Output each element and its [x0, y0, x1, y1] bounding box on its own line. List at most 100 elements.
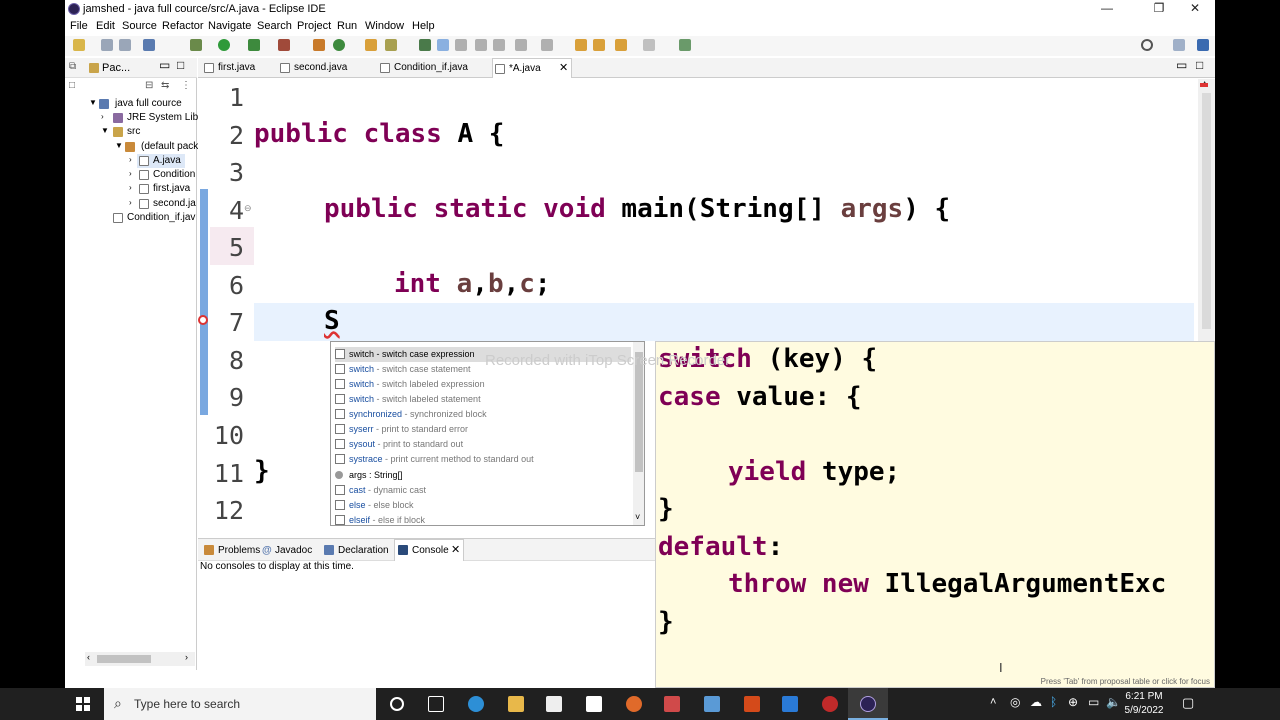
coverage-icon[interactable] [248, 39, 260, 51]
show-whitespace-icon[interactable] [493, 39, 505, 51]
menu-edit[interactable]: Edit [96, 20, 115, 32]
store-icon[interactable] [546, 696, 562, 712]
restore-icon[interactable]: ⧉ [69, 61, 76, 72]
view-maximize-icon[interactable]: □ [177, 58, 184, 72]
tab-condition-if-java[interactable]: Condition_if.java [378, 58, 488, 78]
cortana-icon[interactable] [390, 697, 404, 711]
notifications-icon[interactable]: ▢ [1182, 695, 1194, 711]
mark-occurrences-icon[interactable] [437, 39, 449, 51]
proposal-item[interactable]: switch - switch labeled statement [335, 392, 631, 407]
tab-a-java[interactable]: *A.java ✕ [492, 58, 572, 78]
tab-declaration[interactable]: Declaration [338, 545, 389, 556]
tree-item-project[interactable]: java full cource [115, 98, 182, 109]
cloud-icon[interactable]: ☁ [1030, 695, 1042, 709]
collapse-all-icon[interactable]: ⊟ [145, 80, 153, 91]
view-minimize-icon[interactable]: ▭ [159, 58, 170, 72]
tree-expand-icon[interactable]: ▼ [101, 126, 109, 135]
tree-item-a-java[interactable]: A.java [153, 155, 181, 166]
tab-second-java[interactable]: second.java [278, 58, 374, 78]
tree-collapse-icon[interactable]: › [129, 183, 132, 192]
tab-problems[interactable]: Problems [218, 545, 260, 556]
new-java-project-icon[interactable] [313, 39, 325, 51]
scroll-left-icon[interactable]: ‹ [87, 652, 90, 662]
proposal-scrollbar[interactable]: ˅ [633, 342, 644, 525]
tree-item-second-java[interactable]: second.ja [153, 198, 196, 209]
proposal-item[interactable]: synchronized - synchronized block [335, 407, 631, 422]
tray-expand-icon[interactable]: ˄ [990, 696, 996, 708]
file-explorer-icon[interactable] [508, 696, 524, 712]
tree-item-src[interactable]: src [127, 126, 140, 137]
last-edit-icon[interactable] [575, 39, 587, 51]
menu-search[interactable]: Search [257, 20, 292, 32]
proposal-item[interactable]: switch - switch labeled expression [335, 377, 631, 392]
menu-project[interactable]: Project [297, 20, 331, 32]
volume-icon[interactable]: 🔈 [1106, 695, 1121, 709]
menu-help[interactable]: Help [412, 20, 435, 32]
proposal-item[interactable]: systrace - print current method to stand… [335, 452, 631, 467]
save-icon[interactable] [101, 39, 113, 51]
tree-item-condition[interactable]: Condition [153, 169, 195, 180]
mail-icon[interactable] [586, 696, 602, 712]
taskbar-search-box[interactable]: ⌕ Type here to search [104, 688, 376, 720]
toggle-breadcrumb-icon[interactable] [419, 39, 431, 51]
recorder-icon[interactable] [822, 696, 838, 712]
save-all-icon[interactable] [119, 39, 131, 51]
menu-run[interactable]: Run [337, 20, 357, 32]
tree-item-default-package[interactable]: (default pack [141, 141, 198, 152]
system-clock[interactable]: 6:21 PM 5/9/2022 [1122, 690, 1166, 718]
back-icon[interactable] [593, 39, 605, 51]
bluetooth-icon[interactable]: ᛒ [1050, 695, 1057, 709]
tree-collapse-icon[interactable]: › [101, 112, 104, 121]
battery-icon[interactable]: ▭ [1088, 695, 1099, 709]
debug-icon[interactable] [190, 39, 202, 51]
eclipse-task-button[interactable] [848, 688, 888, 720]
start-icon[interactable] [76, 697, 90, 711]
fold-icon[interactable]: ⊖ [244, 203, 252, 214]
scrollbar-thumb[interactable] [97, 655, 151, 663]
open-type-icon[interactable] [365, 39, 377, 51]
tree-collapse-icon[interactable]: › [129, 198, 132, 207]
close-tab-icon[interactable]: ✕ [559, 61, 568, 74]
proposal-item[interactable]: elseif - else if block [335, 513, 631, 525]
tab-console[interactable]: Console [412, 545, 449, 556]
menu-navigate[interactable]: Navigate [208, 20, 251, 32]
open-perspective-icon[interactable] [1173, 39, 1185, 51]
menu-window[interactable]: Window [365, 20, 404, 32]
tree-item-jre[interactable]: JRE System Libra [127, 112, 207, 123]
proposal-item[interactable]: args : String[] [335, 468, 631, 483]
next-annotation-icon[interactable] [515, 39, 527, 51]
side-view-icon[interactable]: □ [69, 80, 75, 91]
previous-annotation-icon[interactable] [541, 39, 553, 51]
scroll-right-icon[interactable]: › [185, 652, 188, 662]
tab-first-java[interactable]: first.java [204, 58, 276, 78]
terminal-icon[interactable] [143, 39, 155, 51]
tab-javadoc[interactable]: Javadoc [275, 545, 312, 556]
forward-icon[interactable] [643, 39, 655, 51]
back-history-icon[interactable] [615, 39, 627, 51]
scroll-down-icon[interactable]: ˅ [635, 512, 640, 522]
firefox-icon[interactable] [626, 696, 642, 712]
new-icon[interactable] [73, 39, 85, 51]
menu-refactor[interactable]: Refactor [162, 20, 204, 32]
tree-collapse-icon[interactable]: › [129, 169, 132, 178]
tree-item-condition-if[interactable]: Condition_if.jav [127, 212, 195, 223]
tree-expand-icon[interactable]: ▼ [115, 141, 123, 150]
tree-collapse-icon[interactable]: › [129, 155, 132, 164]
minimize-button[interactable]: — [1089, 1, 1125, 17]
new-class-icon[interactable] [333, 39, 345, 51]
menu-source[interactable]: Source [122, 20, 157, 32]
network-icon[interactable]: ⊕ [1068, 695, 1078, 709]
error-overview-marker[interactable] [1200, 83, 1208, 87]
edge-icon[interactable] [468, 696, 484, 712]
editor-maximize-icon[interactable]: □ [1196, 58, 1203, 72]
block-selection-icon[interactable] [475, 39, 487, 51]
editor-minimize-icon[interactable]: ▭ [1176, 58, 1187, 72]
horizontal-scrollbar[interactable]: ‹ › [85, 652, 195, 666]
paint-icon[interactable] [664, 696, 680, 712]
remote-app-icon[interactable] [782, 696, 798, 712]
close-button[interactable]: ✕ [1177, 1, 1213, 17]
tray-app-icon[interactable]: ◎ [1010, 695, 1020, 709]
close-console-icon[interactable]: ✕ [451, 543, 460, 556]
scrollbar-thumb[interactable] [635, 352, 643, 472]
proposal-item[interactable]: syserr - print to standard error [335, 422, 631, 437]
